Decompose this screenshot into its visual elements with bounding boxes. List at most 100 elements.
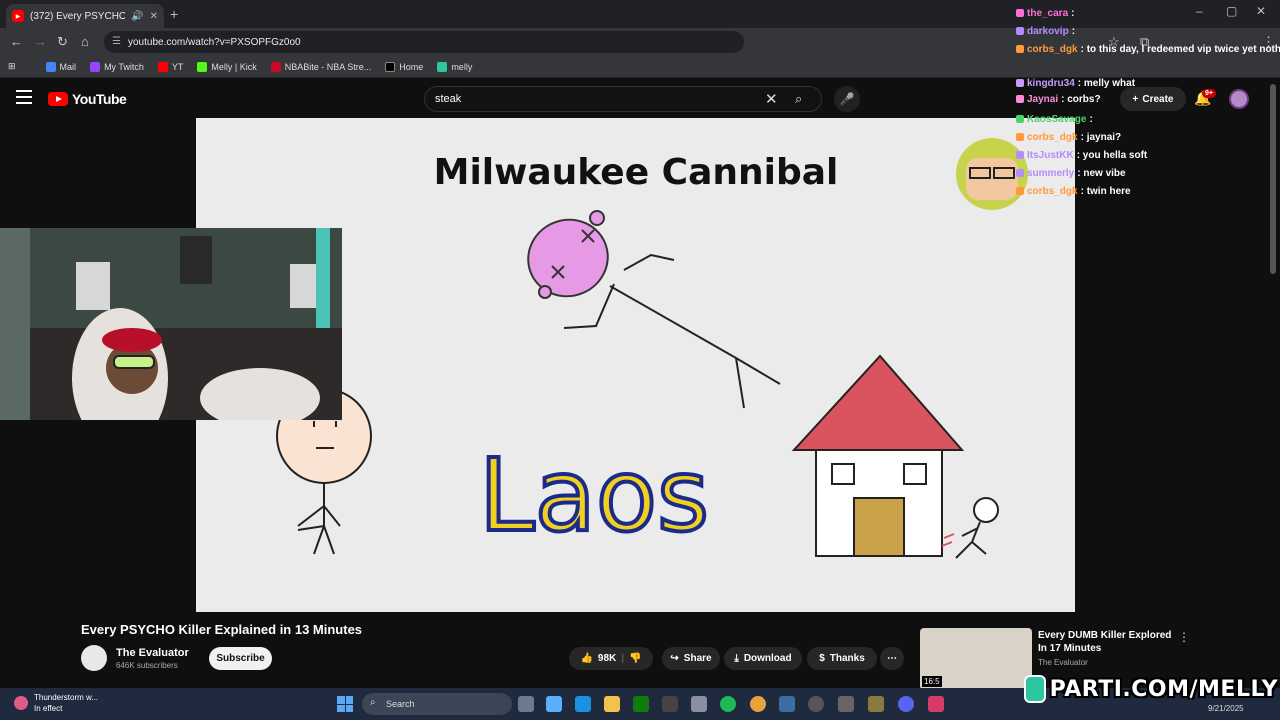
parti-promo-text: PARTI.COM/MELLY [1049,676,1278,702]
download-button[interactable]: ⤓ Download [724,647,802,670]
chat-username: corbs_dgk [1027,44,1078,55]
edge-icon[interactable] [575,696,591,712]
weather-widget[interactable]: Thunderstorm w... In effect [14,692,98,714]
photos-icon[interactable] [779,696,795,712]
menu-icon[interactable] [16,90,32,104]
chat-badge-icon [1016,27,1024,35]
chat-badge-icon [1016,79,1024,87]
bookmarks-bar: ⊞ Mail My Twitch YT Melly | Kick NBABite… [0,56,1280,78]
new-tab-icon[interactable]: + [170,6,178,22]
thanks-button[interactable]: $ Thanks [807,647,877,670]
search-icon[interactable]: ⌕ [795,91,802,107]
create-button[interactable]: + Create [1120,87,1186,111]
media-player-icon[interactable] [808,696,824,712]
bookmark-home[interactable]: Home [385,61,423,72]
address-bar[interactable]: ☰ youtube.com/watch?v=PXSOPFGz0o0 [104,31,744,53]
more-options-icon[interactable]: ⋮ [1178,630,1190,644]
weather-subtitle: In effect [34,704,63,713]
like-dislike-group: 👍 98K | 👎 [569,647,653,670]
bookmark-yt[interactable]: YT [157,61,183,72]
share-icon: ↪ [670,653,679,664]
discord-icon[interactable] [898,696,914,712]
forward-icon[interactable]: → [34,34,47,49]
chat-message: kingdru34: melly what [1016,78,1135,89]
chat-text: you hella soft [1082,150,1148,161]
app-icon-2[interactable] [868,696,884,712]
chat-text: to this day, I redeemed vip twice yet no… [1086,44,1280,55]
copilot-icon[interactable] [546,696,562,712]
nba-icon [270,61,281,72]
like-icon[interactable]: 👍 [580,653,592,664]
app-icon[interactable] [838,696,854,712]
obs-icon[interactable] [662,696,678,712]
webcam-overlay [0,228,342,420]
dislike-icon[interactable]: 👎 [629,653,641,664]
reload-icon[interactable]: ↻ [57,34,68,50]
minimize-icon[interactable]: – [1196,4,1203,18]
youtube-logo[interactable]: YouTube [48,91,127,107]
url-text: youtube.com/watch?v=PXSOPFGz0o0 [128,36,301,48]
home-icon[interactable]: ⌂ [81,34,89,49]
channel-name[interactable]: The Evaluator [116,647,189,659]
close-window-icon[interactable]: ✕ [1256,4,1266,18]
plus-icon: + [1132,93,1139,105]
more-actions-icon[interactable]: ⋯ [880,647,904,670]
back-icon[interactable]: ← [10,34,23,49]
audio-icon[interactable]: 🔊 [131,11,143,22]
notification-badge: 9+ [1202,89,1216,98]
chat-text: melly what [1083,78,1136,89]
parti-promo-overlay: PARTI.COM/MELLY [1024,674,1278,704]
channel-avatar[interactable] [81,645,107,671]
task-view-icon[interactable] [518,696,534,712]
bookmark-kick[interactable]: Melly | Kick [197,61,257,72]
chat-username: corbs_dgk [1027,186,1078,197]
storm-icon [14,696,28,710]
chat-username: the_cara [1027,8,1069,19]
chat-badge-icon [1016,95,1024,103]
start-button[interactable] [337,696,353,712]
twitch-icon [90,61,101,72]
bookmark-nbabite[interactable]: NBABite - NBA Stre... [270,61,371,72]
x-icon [385,61,396,72]
bookmark-mail[interactable]: Mail [45,61,76,72]
subscriber-count: 646K subscribers [116,661,178,670]
spotify-icon[interactable] [720,696,736,712]
chat-message: corbs_dgk: jaynai? [1016,132,1121,143]
app-icon-3[interactable] [928,696,944,712]
chat-username: Jaynai [1027,94,1059,105]
bookmark-melly[interactable]: melly [437,61,472,72]
chat-username: corbs_dgk [1027,132,1078,143]
xbox-icon[interactable] [633,696,649,712]
recommended-title[interactable]: Every DUMB Killer Explored In 17 Minutes [1038,629,1178,655]
file-explorer-icon[interactable] [604,696,620,712]
chrome-icon[interactable] [750,696,766,712]
mail-icon [45,61,56,72]
video-title: Every PSYCHO Killer Explained in 13 Minu… [81,622,363,637]
clear-search-icon[interactable]: ✕ [765,90,778,108]
avatar[interactable] [1229,89,1249,109]
share-button[interactable]: ↪ Share [662,647,720,670]
browser-tab[interactable]: ▶ (372) Every PSYCHO Killer E 🔊 ✕ [6,4,164,28]
site-info-icon[interactable]: ☰ [112,36,121,47]
chat-username: ItsJustKK [1027,150,1074,161]
page-scrollbar[interactable] [1270,84,1276,274]
store-icon[interactable] [691,696,707,712]
search-input[interactable]: steak ✕ ⌕ [424,86,822,112]
apps-icon[interactable]: ⊞ [8,61,16,72]
youtube-play-icon [48,92,68,106]
chat-separator: : [1071,26,1076,37]
chat-username: KaosSavage [1027,114,1087,125]
tab-title: (372) Every PSYCHO Killer E [30,10,126,22]
close-tab-icon[interactable]: ✕ [150,11,158,22]
voice-search-icon[interactable]: 🎤 [834,86,860,112]
bookmark-twitch[interactable]: My Twitch [90,61,144,72]
like-count[interactable]: 98K [598,653,616,664]
subscribe-button[interactable]: Subscribe [209,647,272,670]
thanks-icon: $ [819,653,825,664]
video-duration: 16:5 [922,676,942,687]
maximize-icon[interactable]: ▢ [1226,4,1237,18]
taskbar-search[interactable]: ⌕ Search [362,693,512,715]
recommended-thumbnail[interactable]: 16:5 [920,628,1032,690]
recommended-channel[interactable]: The Evaluator [1038,658,1088,667]
falling-stick-figure [527,210,781,409]
